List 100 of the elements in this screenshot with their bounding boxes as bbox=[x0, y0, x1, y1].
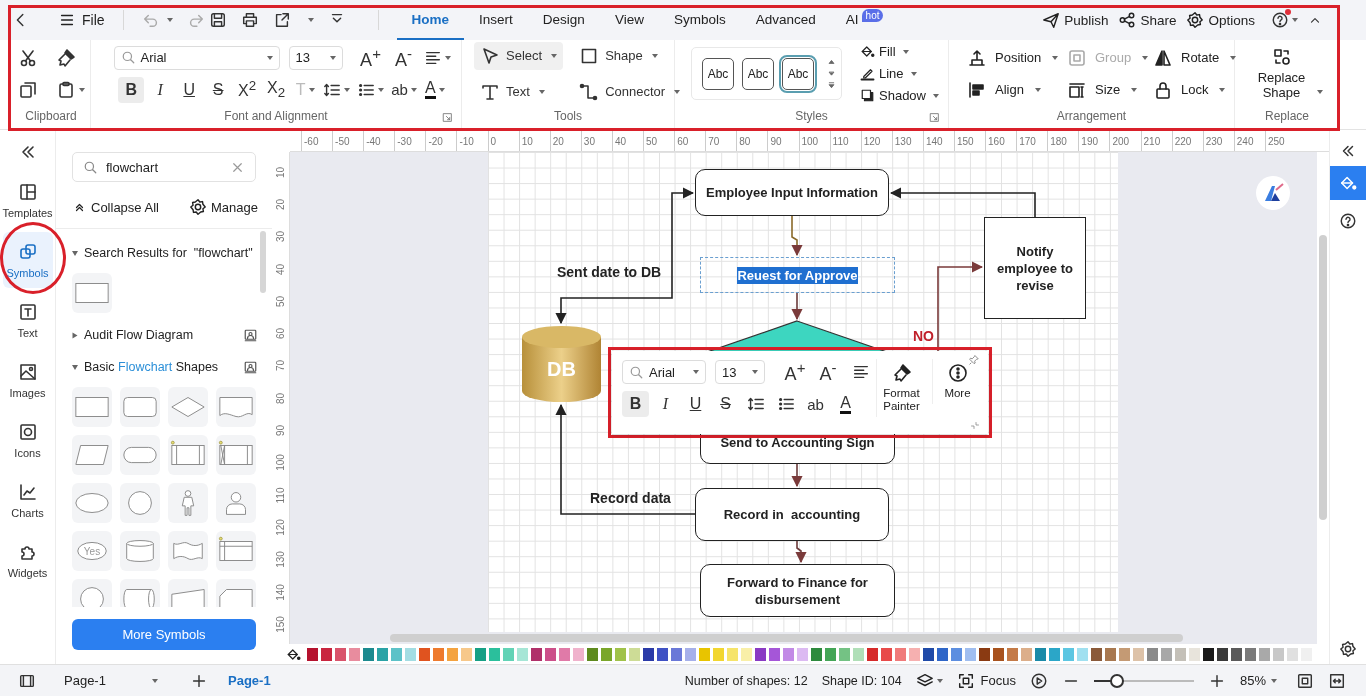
underline-button[interactable]: U bbox=[176, 76, 203, 103]
shrink-font-button[interactable]: A$^{-}$ bbox=[813, 359, 843, 385]
ribbon-tab[interactable]: Insert bbox=[464, 0, 528, 40]
style-swatch[interactable]: Abc bbox=[702, 57, 734, 90]
page-dropdown[interactable]: Page-1 bbox=[64, 673, 164, 688]
ruler-number: 190 bbox=[1078, 130, 1110, 151]
sidebar-item[interactable]: Icons bbox=[2, 412, 53, 468]
sidebar-item[interactable]: Charts bbox=[2, 472, 53, 528]
options-button[interactable]: Options bbox=[1186, 11, 1255, 29]
font-color-button[interactable]: A bbox=[832, 391, 859, 417]
file-menu[interactable]: File bbox=[58, 11, 105, 29]
superscript-button[interactable]: X$^{2}$ bbox=[234, 76, 261, 103]
ribbon-tab[interactable]: Design bbox=[527, 0, 600, 40]
subscript-button[interactable]: X$_{2}$ bbox=[263, 76, 290, 103]
ruler-number: 20 bbox=[275, 198, 286, 210]
group-label: Styles bbox=[795, 108, 828, 125]
share-button[interactable]: Share bbox=[1118, 11, 1177, 29]
publish-button[interactable]: Publish bbox=[1042, 11, 1109, 29]
sidebar-item[interactable]: Widgets bbox=[2, 532, 53, 588]
replace-shape-button[interactable]: Replace Shape bbox=[1251, 47, 1323, 100]
process-box: Forward to Finance for disbursement bbox=[700, 564, 895, 617]
ruler-number: -20 bbox=[425, 130, 457, 151]
font-field[interactable]: Arial bbox=[113, 45, 280, 70]
ruler-number: 130 bbox=[275, 551, 286, 569]
text-tool[interactable]: Text bbox=[474, 77, 564, 106]
section-toggle[interactable]: Audit Flow Diagram bbox=[72, 328, 243, 342]
ruler-number: 210 bbox=[1140, 130, 1172, 151]
align-button[interactable]: Align bbox=[967, 79, 1067, 100]
ribbon-tab[interactable]: Advanced bbox=[740, 0, 831, 40]
ruler-number: -30 bbox=[394, 130, 426, 151]
ruler-number: -40 bbox=[363, 130, 395, 151]
ruler-number: 10 bbox=[275, 166, 286, 178]
grow-font-button[interactable]: A$^{+}$ bbox=[780, 359, 810, 385]
bold-button[interactable]: B bbox=[118, 76, 145, 103]
strikethrough-button[interactable]: S bbox=[205, 76, 232, 103]
select-tool[interactable]: Select bbox=[474, 41, 564, 70]
ruler-number: 100 bbox=[275, 454, 286, 472]
focus-button[interactable]: Focus bbox=[956, 671, 1016, 690]
shrink-font-button[interactable]: A$^{-}$ bbox=[388, 44, 419, 71]
more-symbols-button[interactable]: More Symbols bbox=[72, 619, 256, 650]
fill-button[interactable]: Fill bbox=[860, 41, 939, 62]
underline-button[interactable]: U bbox=[682, 391, 709, 417]
sidebar-item[interactable]: Images bbox=[2, 352, 53, 408]
bold-button[interactable]: B bbox=[622, 391, 649, 417]
text-edit-box[interactable]: Reuest for Approve bbox=[700, 257, 895, 293]
shape-tool[interactable]: Shape bbox=[573, 41, 687, 70]
ruler-number: 110 bbox=[829, 130, 861, 151]
ruler-number: -50 bbox=[332, 130, 364, 151]
font-field[interactable]: Arial bbox=[622, 360, 706, 384]
ruler-number: 140 bbox=[922, 130, 954, 151]
sidebar-item[interactable]: Text bbox=[2, 292, 53, 348]
group-label: Clipboard bbox=[25, 108, 77, 125]
strikethrough-button[interactable]: S bbox=[712, 391, 739, 417]
zoom-dropdown[interactable]: 85% bbox=[1240, 673, 1282, 688]
ribbon-tab[interactable]: Symbols bbox=[658, 0, 741, 40]
ruler-number: 150 bbox=[275, 615, 286, 633]
style-swatch[interactable]: Abc bbox=[782, 57, 814, 90]
process-box: Record in accounting bbox=[695, 488, 889, 541]
font-size-field[interactable]: 13 bbox=[715, 360, 765, 384]
ruler-number: 70 bbox=[275, 360, 286, 372]
style-swatch[interactable]: Abc bbox=[742, 57, 774, 90]
line-button[interactable]: Line bbox=[860, 63, 939, 84]
shadow-button[interactable]: Shadow bbox=[860, 85, 939, 106]
highlight-button[interactable]: ab bbox=[802, 391, 829, 417]
section-toggle[interactable]: Search Results for "flowchart" bbox=[72, 246, 258, 260]
section-toggle[interactable]: Basic Flowchart Shapes bbox=[72, 360, 243, 374]
ruler-number: 60 bbox=[674, 130, 706, 151]
ruler-number: 90 bbox=[767, 130, 799, 151]
search-field[interactable]: flowchart bbox=[72, 152, 256, 182]
format-painter-button[interactable]: Format Painter bbox=[876, 359, 926, 417]
collapse-all-button[interactable]: Collapse All bbox=[72, 199, 159, 215]
more-button[interactable]: More bbox=[932, 359, 982, 404]
ruler-number: 40 bbox=[275, 263, 286, 275]
ruler-number: 200 bbox=[1109, 130, 1141, 151]
connector-tool[interactable]: Connector bbox=[573, 77, 687, 106]
hot-badge: hot bbox=[861, 9, 884, 22]
ruler-number: 20 bbox=[549, 130, 581, 151]
lock-button[interactable]: Lock bbox=[1153, 79, 1233, 100]
connector-label: Record data bbox=[590, 490, 671, 506]
sidebar-item[interactable]: Symbols bbox=[2, 232, 53, 288]
font-size-field[interactable]: 13 bbox=[288, 45, 343, 70]
ruler-number: 240 bbox=[1233, 130, 1265, 151]
ruler-number: 90 bbox=[275, 424, 286, 437]
font-color-button[interactable]: A bbox=[421, 76, 448, 103]
ruler-number: 10 bbox=[518, 130, 550, 151]
group-label: Font and Alignment bbox=[224, 108, 328, 125]
ruler-number: 70 bbox=[705, 130, 737, 151]
manage-button[interactable]: Manage bbox=[189, 198, 258, 216]
position-button[interactable]: Position bbox=[967, 47, 1067, 68]
sidebar-item[interactable]: Templates bbox=[2, 172, 53, 228]
rotate-button[interactable]: Rotate bbox=[1153, 47, 1233, 68]
italic-button[interactable]: I bbox=[652, 391, 679, 417]
page-tab[interactable]: Page-1 bbox=[228, 673, 271, 688]
highlight-button[interactable]: ab bbox=[389, 76, 419, 103]
italic-button[interactable]: I bbox=[147, 76, 174, 103]
ruler-number: 120 bbox=[860, 130, 892, 151]
process-box: Notify employee to revise bbox=[984, 217, 1086, 319]
ribbon-tab[interactable]: View bbox=[599, 0, 659, 40]
size-button[interactable]: Size bbox=[1067, 79, 1153, 100]
grow-font-button[interactable]: A$^{+}$ bbox=[355, 44, 386, 71]
